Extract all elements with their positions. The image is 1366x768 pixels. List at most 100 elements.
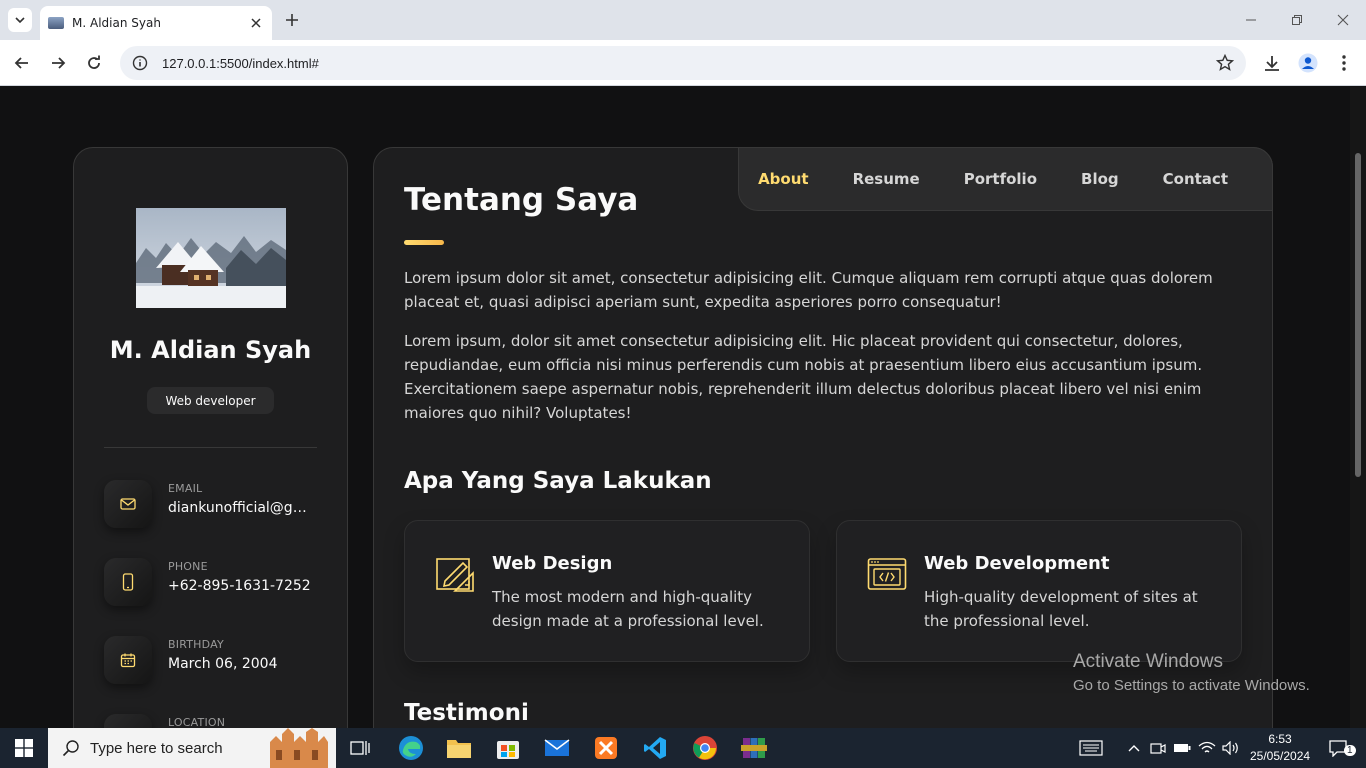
snowy-cabin-image: [136, 208, 286, 308]
browser-toolbar: 127.0.0.1:5500/index.html#: [0, 40, 1366, 86]
service-card-web-development: Web Development High-quality development…: [836, 520, 1242, 662]
tab-close-button[interactable]: [248, 15, 264, 31]
title-underline: [404, 240, 444, 245]
store-icon: [497, 741, 519, 759]
arrow-left-icon: [14, 57, 28, 69]
taskbar-store[interactable]: [494, 734, 522, 762]
taskbar-file-explorer[interactable]: [445, 734, 473, 762]
service-card-web-design: Web Design The most modern and high-qual…: [404, 520, 810, 662]
close-window-button[interactable]: [1333, 10, 1353, 30]
notification-count: 1: [1344, 745, 1356, 756]
windows-logo-icon: [15, 739, 33, 757]
plus-icon: [286, 14, 298, 26]
taskbar-winrar[interactable]: [740, 734, 768, 762]
restore-icon: [1292, 15, 1302, 25]
testimonials-title: Testimoni: [404, 700, 529, 726]
close-icon: [251, 18, 261, 28]
vscode-icon: [644, 737, 666, 759]
watermark-subtitle: Go to Settings to activate Windows.: [1073, 677, 1310, 694]
forward-button[interactable]: [47, 52, 69, 74]
edge-icon: [399, 736, 423, 760]
taskbar-vscode[interactable]: [641, 734, 669, 762]
taskbar-search[interactable]: Type here to search: [48, 728, 336, 768]
profile-button[interactable]: [1297, 52, 1319, 74]
tray-network[interactable]: [1196, 728, 1218, 768]
nav-link-about[interactable]: About: [758, 170, 809, 188]
notification-center-button[interactable]: 1: [1318, 728, 1358, 768]
address-bar[interactable]: 127.0.0.1:5500/index.html#: [120, 46, 1246, 80]
tab-favicon-icon: [48, 17, 64, 29]
profile-sidebar: M. Aldian Syah Web developer EMAIL diank…: [73, 147, 348, 728]
chrome-icon: [693, 736, 717, 760]
code-icon: [867, 555, 907, 595]
reload-icon: [88, 55, 100, 69]
clock-date: 25/05/2024: [1250, 749, 1311, 763]
phone-link[interactable]: +62-895-1631-7252: [168, 578, 318, 594]
restore-button[interactable]: [1287, 10, 1307, 30]
tab-search-button[interactable]: [8, 8, 32, 32]
menu-button[interactable]: [1333, 52, 1355, 74]
watermark-title: Activate Windows: [1073, 651, 1223, 672]
star-icon[interactable]: [1216, 54, 1234, 72]
url-text[interactable]: 127.0.0.1:5500/index.html#: [162, 56, 1216, 71]
tray-meet[interactable]: [1148, 728, 1168, 768]
contact-location: LOCATION: [104, 714, 324, 728]
contact-label: BIRTHDAY: [168, 638, 224, 651]
browser-tab-bar: M. Aldian Syah: [0, 0, 1366, 40]
contact-label: EMAIL: [168, 482, 203, 495]
location-icon: [104, 714, 152, 728]
email-link[interactable]: diankunofficial@gmail.com: [168, 500, 318, 516]
tray-keyboard[interactable]: [1076, 728, 1106, 768]
browser-tab[interactable]: M. Aldian Syah: [40, 6, 272, 40]
profile-name: M. Aldian Syah: [109, 336, 312, 364]
chevron-down-icon: [15, 17, 25, 24]
info-icon[interactable]: [132, 55, 148, 71]
taskbar-chrome[interactable]: [691, 734, 719, 762]
tray-battery[interactable]: [1172, 728, 1192, 768]
more-vertical-icon: [1342, 55, 1346, 71]
taskbar-edge[interactable]: [397, 734, 425, 762]
windows-taskbar: Type here to search 6:53 25/05/2024 1: [0, 728, 1366, 768]
clock-time: 6:53: [1268, 732, 1292, 746]
main-navbar: About Resume Portfolio Blog Contact: [738, 147, 1273, 211]
folder-icon: [447, 740, 471, 758]
task-view-button[interactable]: [346, 734, 374, 762]
contact-label: PHONE: [168, 560, 208, 573]
nav-link-resume[interactable]: Resume: [853, 170, 920, 188]
search-icon: [62, 740, 79, 757]
avatar: [136, 208, 286, 308]
tray-volume[interactable]: [1220, 728, 1242, 768]
tray-overflow[interactable]: [1124, 728, 1144, 768]
services-title: Apa Yang Saya Lakukan: [404, 468, 712, 494]
contact-email: EMAIL diankunofficial@gmail.com: [104, 480, 324, 528]
taskbar-clock[interactable]: 6:53 25/05/2024: [1250, 731, 1310, 765]
wifi-icon: [1198, 741, 1216, 753]
keyboard-icon: [1079, 740, 1103, 756]
service-text: The most modern and high-quality design …: [492, 588, 764, 630]
search-placeholder: Type here to search: [90, 739, 223, 757]
minimize-button[interactable]: [1241, 10, 1261, 30]
taskbar-mail[interactable]: [543, 734, 571, 762]
birthday-value: March 06, 2004: [168, 656, 278, 672]
start-button[interactable]: [0, 728, 48, 768]
nav-link-portfolio[interactable]: Portfolio: [964, 170, 1037, 188]
task-view-icon: [350, 741, 370, 755]
activation-watermark: Activate Windows Go to Settings to activ…: [1073, 651, 1310, 694]
taskbar-xampp[interactable]: [592, 734, 620, 762]
speaker-icon: [1222, 741, 1238, 755]
about-paragraph: Lorem ipsum dolor sit amet, consectetur …: [404, 269, 1213, 311]
new-tab-button[interactable]: [282, 10, 302, 30]
page-scrollbar[interactable]: [1350, 87, 1366, 728]
back-button[interactable]: [11, 52, 33, 74]
tab-title: M. Aldian Syah: [72, 16, 161, 30]
sidebar-separator: [104, 447, 317, 448]
downloads-button[interactable]: [1261, 52, 1283, 74]
scrollbar-thumb[interactable]: [1355, 153, 1361, 477]
reload-button[interactable]: [83, 52, 105, 74]
camera-icon: [1150, 743, 1166, 754]
nav-link-blog[interactable]: Blog: [1081, 170, 1119, 188]
search-highlight-icon: [270, 728, 328, 768]
nav-link-contact[interactable]: Contact: [1163, 170, 1228, 188]
xampp-icon: [595, 737, 617, 759]
service-title: Web Development: [924, 553, 1110, 574]
